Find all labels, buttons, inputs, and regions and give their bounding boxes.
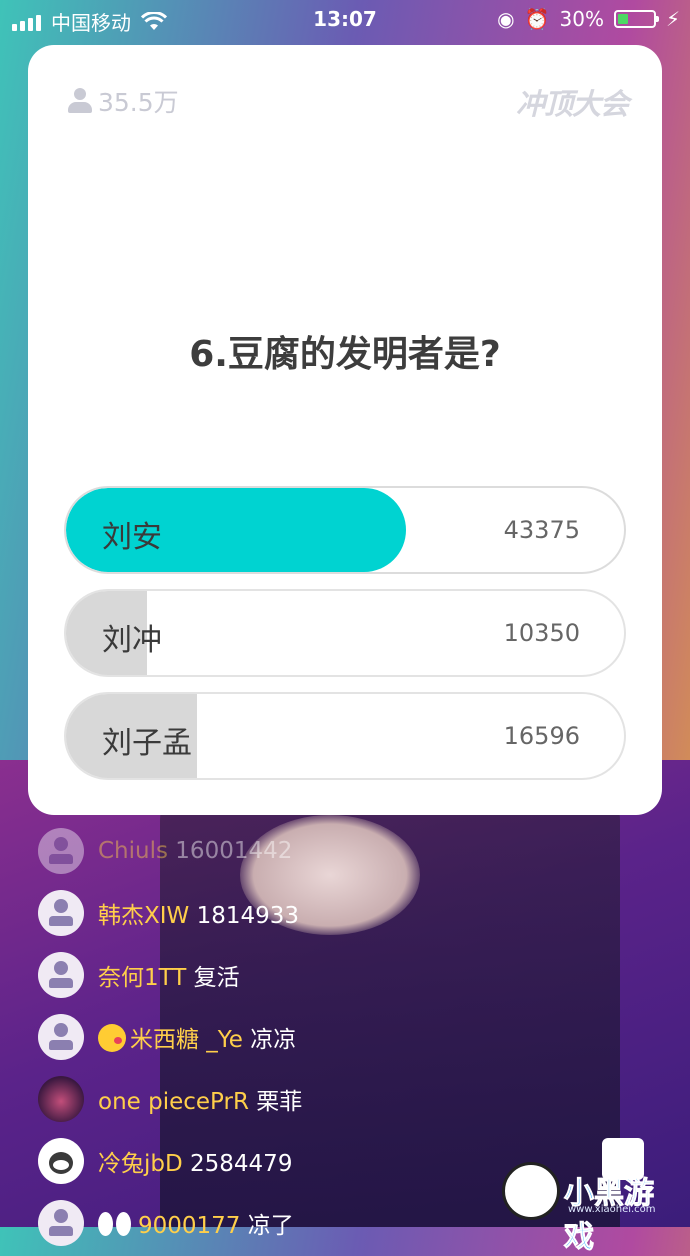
answer-option-2[interactable]: 刘冲 10350 — [64, 589, 626, 677]
answer-count: 43375 — [503, 516, 580, 544]
charging-icon: ⚡ — [665, 7, 680, 31]
answer-option-1[interactable]: 刘安 43375 — [64, 486, 626, 574]
list-item: one piecePrR 栗菲 — [38, 1068, 598, 1130]
avatar[interactable] — [38, 1200, 84, 1246]
answer-label: 刘冲 — [102, 623, 162, 658]
comment-text: 凉了 — [247, 1213, 294, 1239]
question-card: 35.5万 冲顶大会 6.豆腐的发明者是? 刘安 43375 刘冲 10350 … — [28, 45, 662, 815]
list-item: 韩杰XIW 1814933 — [38, 882, 598, 944]
status-bar: 中国移动 13:07 ◉ ⏰ 30% ⚡ — [0, 0, 690, 40]
comment-text: 16001442 — [175, 838, 293, 864]
answer-label: 刘子孟 — [102, 726, 192, 761]
watermark-url: www.xiaohei.com — [568, 1204, 656, 1215]
avatar[interactable] — [38, 828, 84, 874]
answer-label: 刘安 — [102, 520, 162, 555]
comment-user: 9000177 — [138, 1213, 241, 1239]
eyes-emoji-icon — [98, 1210, 134, 1238]
avatar[interactable] — [38, 952, 84, 998]
comment-user: 米西糖 _Ye — [130, 1027, 243, 1053]
comment-user: 韩杰XIW — [98, 903, 190, 929]
viewer-count-value: 35.5万 — [98, 88, 179, 117]
comment-user: 奈何1TT — [98, 965, 187, 991]
comment-text: 复活 — [193, 965, 240, 991]
answer-options: 刘安 43375 刘冲 10350 刘子孟 16596 — [64, 486, 626, 795]
avatar[interactable] — [38, 1138, 84, 1184]
list-item: Chiuls 16001442 — [38, 820, 598, 882]
comment-text: 栗菲 — [256, 1089, 303, 1115]
comment-text: 2584479 — [190, 1151, 293, 1177]
comment-text: 1814933 — [196, 903, 300, 929]
alarm-icon: ⏰ — [524, 7, 550, 31]
battery-icon — [613, 10, 659, 28]
list-item: 奈何1TT 复活 — [38, 944, 598, 1006]
comment-text: 凉凉 — [250, 1027, 297, 1053]
question-text: 6.豆腐的发明者是? — [189, 334, 501, 375]
comment-user: 冷兔jbD — [98, 1151, 183, 1177]
orientation-lock-icon: ◉ — [497, 7, 515, 31]
watermark-logo: 小黑游戏 www.xiaohei.com — [502, 1160, 682, 1256]
comment-user: Chiuls — [98, 838, 168, 864]
list-item: 米西糖 _Ye 凉凉 — [38, 1006, 598, 1068]
avatar[interactable] — [38, 1014, 84, 1060]
kiss-emoji-icon — [98, 1024, 126, 1052]
panda-icon — [502, 1162, 560, 1220]
answer-option-3[interactable]: 刘子孟 16596 — [64, 692, 626, 780]
user-icon — [68, 88, 92, 114]
answer-count: 16596 — [503, 722, 580, 750]
avatar[interactable] — [38, 890, 84, 936]
battery-percent: 30% — [559, 7, 604, 31]
avatar[interactable] — [38, 1076, 84, 1122]
app-logo: 冲顶大会 — [515, 87, 629, 121]
viewer-count: 35.5万 — [68, 83, 179, 119]
comment-user: one piecePrR — [98, 1089, 249, 1115]
answer-count: 10350 — [503, 619, 580, 647]
